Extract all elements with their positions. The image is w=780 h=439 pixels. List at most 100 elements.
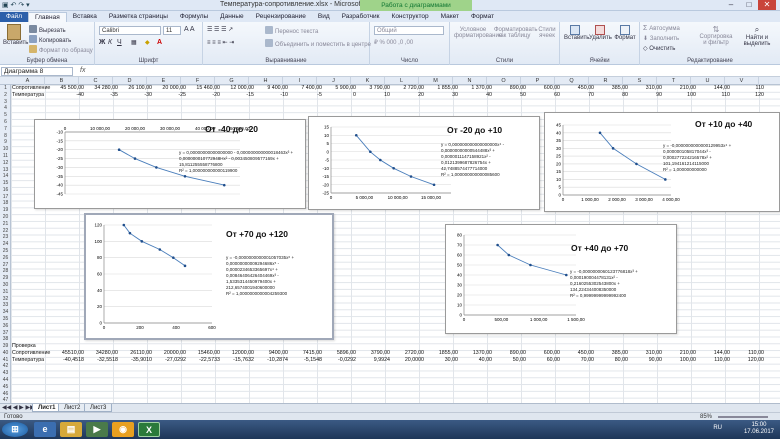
data-point[interactable] xyxy=(183,174,187,178)
data-cell[interactable]: 100,00 xyxy=(665,357,696,364)
column-header[interactable]: J xyxy=(317,77,351,85)
data-cell[interactable]: 110 xyxy=(699,92,730,99)
column-header[interactable]: K xyxy=(351,77,385,85)
column-header[interactable]: E xyxy=(147,77,181,85)
column-header[interactable]: D xyxy=(113,77,147,85)
tab-3[interactable]: Разметка страницы xyxy=(103,12,174,22)
row-header[interactable]: 17 xyxy=(0,194,11,201)
sort-filter-button[interactable]: ⇅ Сортировка и фильтр xyxy=(698,25,734,46)
data-cell[interactable]: -0,0292 xyxy=(325,357,356,364)
trendline-equation[interactable]: y = 0,000000000000000000x⁴ -0,0000000000… xyxy=(441,142,504,178)
tab-4[interactable]: Формулы xyxy=(174,12,214,22)
system-clock[interactable]: 15:00 17.06.2017 xyxy=(744,422,774,436)
data-cell[interactable]: 110,00 xyxy=(699,357,730,364)
data-cell[interactable]: 120,00 xyxy=(733,357,764,364)
data-point[interactable] xyxy=(222,183,226,187)
fx-icon[interactable]: fx xyxy=(80,67,85,74)
chart-minus20-plus10[interactable]: 15 10 5 0 -5 -10 -15 -20 -25 0 5 000,00 10 000,00 15… xyxy=(308,116,540,210)
data-point[interactable] xyxy=(183,264,187,268)
italic-icon[interactable]: К xyxy=(108,39,112,46)
data-cell[interactable]: 50 xyxy=(495,92,526,99)
column-header[interactable]: S xyxy=(623,77,657,85)
data-point[interactable] xyxy=(172,256,175,259)
row-header[interactable]: 6 xyxy=(0,119,11,126)
column-header[interactable]: H xyxy=(249,77,283,85)
data-cell[interactable]: -20 xyxy=(189,92,220,99)
row-header[interactable]: 35 xyxy=(0,316,11,323)
data-cell[interactable]: 40,00 xyxy=(461,357,492,364)
row-header[interactable]: 42 xyxy=(0,363,11,370)
start-button[interactable]: ⊞ xyxy=(2,422,28,437)
data-cell[interactable]: 50,00 xyxy=(495,357,526,364)
fill-color-icon[interactable]: ◆ xyxy=(145,39,150,46)
column-header[interactable]: A xyxy=(11,77,45,85)
tab-10[interactable]: Макет xyxy=(435,12,465,22)
chart-plus40-plus70[interactable]: 80 70 60 50 40 30 20 10 0 0 500,00 1 000,00 1 500,00… xyxy=(445,224,677,334)
data-cell[interactable]: 40 xyxy=(461,92,492,99)
font-color-icon[interactable]: A xyxy=(157,39,162,46)
data-cell[interactable]: 60 xyxy=(529,92,560,99)
row-header[interactable]: 18 xyxy=(0,200,11,207)
column-header[interactable]: T xyxy=(657,77,691,85)
data-cell[interactable]: 90 xyxy=(631,92,662,99)
ie-icon[interactable]: e xyxy=(34,422,56,437)
column-header[interactable]: I xyxy=(283,77,317,85)
data-point[interactable] xyxy=(133,157,137,160)
row-header[interactable]: 3 xyxy=(0,99,11,106)
language-indicator[interactable]: RU xyxy=(713,425,722,431)
row-header[interactable]: 34 xyxy=(0,309,11,316)
data-cell[interactable]: -5,1548 xyxy=(291,357,322,364)
trendline-equation[interactable]: y = -0,0000000060123776818x³ +0,00019000… xyxy=(570,269,638,299)
paste-button[interactable]: Вставить xyxy=(3,24,28,46)
data-cell[interactable]: 0 xyxy=(325,92,356,99)
format-painter-button[interactable]: Формат по образцу xyxy=(29,45,93,54)
chart-title[interactable]: От +10 до +40 xyxy=(695,119,752,129)
row-header[interactable]: 13 xyxy=(0,167,11,174)
font-size-select[interactable]: 11 xyxy=(163,26,181,35)
row-header[interactable]: 11 xyxy=(0,153,11,160)
row-header[interactable]: 28 xyxy=(0,268,11,275)
row-header[interactable]: 25 xyxy=(0,248,11,255)
data-cell[interactable]: 80,00 xyxy=(597,357,628,364)
data-cell[interactable]: -5 xyxy=(291,92,322,99)
find-select-button[interactable]: ⌕ Найти и выделить xyxy=(738,25,776,47)
data-cell[interactable]: 90,00 xyxy=(631,357,662,364)
format-cells-button[interactable]: Формат xyxy=(614,25,636,41)
close-icon[interactable]: ✕ xyxy=(758,0,776,10)
row-header[interactable]: 5 xyxy=(0,112,11,119)
data-cell[interactable]: -15 xyxy=(223,92,254,99)
sheet-tab-2[interactable]: Лист2 xyxy=(58,404,87,412)
name-box[interactable]: Диаграмма 8 xyxy=(1,67,73,76)
row-header[interactable]: 46 xyxy=(0,391,11,398)
column-header[interactable]: P xyxy=(521,77,555,85)
row-header[interactable]: 10 xyxy=(0,146,11,153)
data-cell[interactable]: 60,00 xyxy=(529,357,560,364)
number-format-icons[interactable]: ₽ % 000 ,0 ,00 xyxy=(374,39,413,46)
bold-icon[interactable]: Ж xyxy=(99,39,105,46)
data-cell[interactable]: -30 xyxy=(121,92,152,99)
data-cell[interactable]: -35,9010 xyxy=(121,357,152,364)
data-cell[interactable]: 100 xyxy=(665,92,696,99)
data-cell[interactable]: -15,7632 xyxy=(223,357,254,364)
tab-9[interactable]: Конструктор xyxy=(386,12,435,22)
data-cell[interactable]: 30 xyxy=(427,92,458,99)
data-cell[interactable]: -25 xyxy=(155,92,186,99)
data-point[interactable] xyxy=(564,273,568,277)
cell-styles-button[interactable]: Стили ячеек xyxy=(536,27,558,39)
data-cell[interactable]: 9,9924 xyxy=(359,357,390,364)
row-header[interactable]: 23 xyxy=(0,234,11,241)
fill-button[interactable]: ⬇ Заполнить xyxy=(643,35,679,42)
conditional-format-button[interactable]: Условное форматирование xyxy=(454,27,502,39)
row-header[interactable]: 44 xyxy=(0,377,11,384)
trendline-equation[interactable]: y = -0,0000000000001057035x⁶ +0,00000000… xyxy=(226,255,294,297)
grow-font-icon[interactable]: A A xyxy=(184,26,195,33)
excel-icon[interactable]: X xyxy=(138,422,160,437)
data-point[interactable] xyxy=(635,162,638,166)
data-cell[interactable]: 20 xyxy=(393,92,424,99)
row-header[interactable]: 9 xyxy=(0,139,11,146)
data-cell[interactable]: -10 xyxy=(257,92,288,99)
insert-cells-button[interactable]: Вставить xyxy=(564,25,589,41)
explorer-icon[interactable]: ▤ xyxy=(60,422,82,437)
data-point[interactable] xyxy=(155,166,158,169)
column-header[interactable]: C xyxy=(79,77,113,85)
